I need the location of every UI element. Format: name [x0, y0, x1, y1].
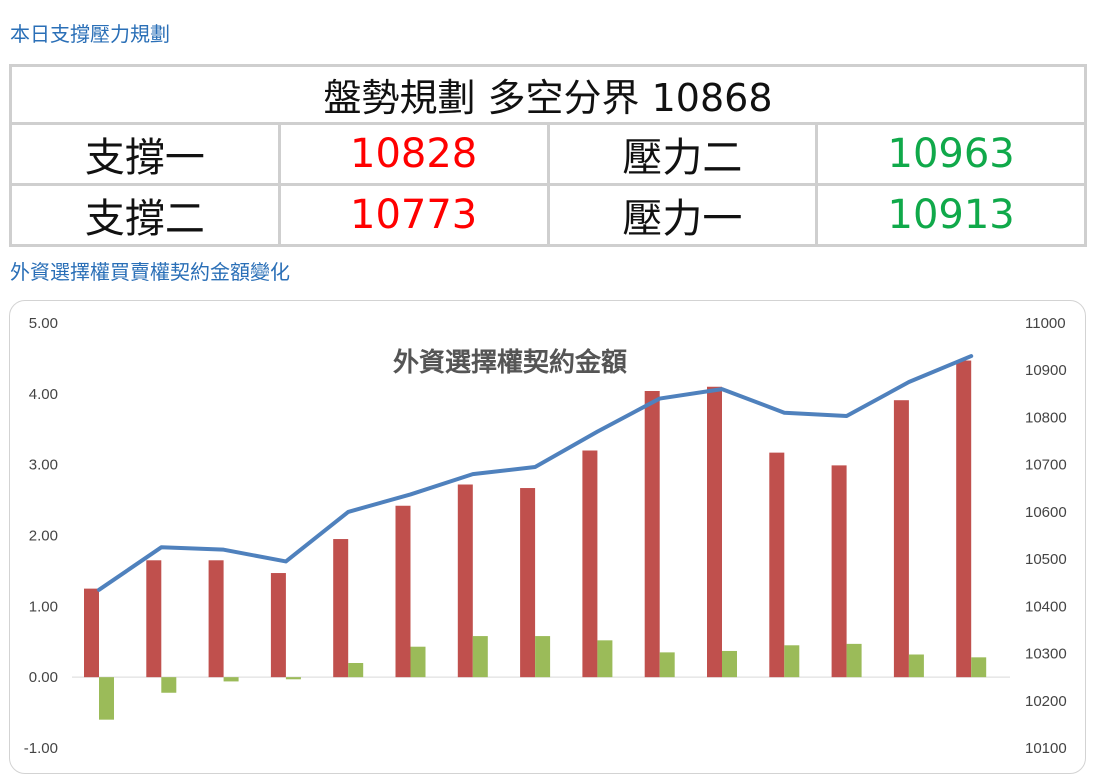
support-pressure-table: 盤勢規劃 多空分界 10868 支撐一 10828 壓力二 10963 支撐二 …	[9, 64, 1087, 247]
support-label: 支撐一	[9, 122, 281, 186]
left-axis-tick-label: 0.00	[29, 669, 58, 686]
bar-green	[784, 645, 800, 678]
pressure-label: 壓力二	[546, 122, 819, 186]
right-axis-tick-label: 11000	[1025, 315, 1066, 332]
bar-red	[644, 391, 660, 678]
left-axis-tick-label: 3.00	[29, 457, 58, 474]
left-axis-tick-label: 2.00	[29, 528, 58, 545]
bar-green	[908, 654, 924, 678]
right-axis-tick-label: 10700	[1025, 457, 1067, 474]
bar-green	[223, 677, 239, 682]
right-axis-tick-label: 10800	[1025, 409, 1067, 426]
bar-red	[582, 450, 598, 678]
bar-green	[535, 636, 551, 678]
bar-green	[348, 663, 364, 678]
right-axis-tick-label: 10900	[1025, 362, 1067, 379]
bar-red	[208, 560, 224, 678]
left-axis-tick-label: 4.00	[29, 386, 58, 403]
section-title-support-pressure: 本日支撐壓力規劃	[10, 22, 170, 46]
plan-header: 盤勢規劃 多空分界 10868	[9, 64, 1087, 125]
options-amount-chart: 外資選擇權契約金額 5.00 4.00 3.00 2.00 1.00 0.00 -1.00 1…	[9, 300, 1086, 774]
right-axis-tick-label: 10300	[1025, 646, 1067, 663]
right-axis-tick-label: 10600	[1025, 504, 1067, 521]
support-value: 10773	[277, 183, 550, 247]
right-axis-tick-label: 10200	[1025, 693, 1067, 710]
bar-red	[457, 484, 473, 678]
support-value: 10828	[277, 122, 550, 186]
bar-red	[769, 452, 785, 678]
bar-green	[659, 652, 675, 678]
bar-red	[270, 573, 286, 678]
bar-green	[597, 640, 613, 678]
chart-title: 外資選擇權契約金額	[393, 347, 627, 378]
bar-green	[971, 657, 987, 678]
bar-green	[472, 636, 488, 678]
left-axis-tick-label: 1.00	[29, 598, 58, 615]
bar-red	[831, 465, 847, 678]
bar-green	[846, 643, 862, 678]
pressure-value: 10913	[815, 183, 1087, 247]
table-header-row: 盤勢規劃 多空分界 10868	[9, 64, 1087, 125]
bar-red	[84, 588, 99, 678]
table-row: 支撐二 10773 壓力一 10913	[9, 183, 1087, 247]
bar-red	[956, 360, 972, 678]
bar-green	[161, 677, 177, 693]
section-title-foreign-options: 外資選擇權買賣權契約金額變化	[10, 260, 290, 284]
bar-red	[707, 386, 722, 678]
bar-green	[99, 677, 114, 720]
table-row: 支撐一 10828 壓力二 10963	[9, 122, 1087, 186]
right-axis-tick-label: 10500	[1025, 551, 1067, 568]
bar-green	[722, 650, 737, 678]
bar-green	[410, 646, 426, 678]
support-label: 支撐二	[9, 183, 281, 247]
bar-red	[146, 560, 162, 678]
chart-canvas: 外資選擇權契約金額 5.00 4.00 3.00 2.00 1.00 0.00 -1.00 1…	[24, 315, 1067, 757]
bar-red	[395, 505, 411, 678]
pressure-label: 壓力一	[546, 183, 819, 247]
right-axis-tick-label: 10400	[1025, 598, 1067, 615]
bar-green	[285, 677, 301, 680]
pressure-value: 10963	[815, 122, 1087, 186]
bar-red	[520, 488, 536, 678]
bar-red	[333, 539, 349, 678]
left-axis-tick-label: 5.00	[29, 315, 58, 332]
bar-red	[893, 400, 909, 678]
right-axis-tick-label: 10100	[1025, 740, 1067, 757]
left-axis-tick-label: -1.00	[24, 740, 58, 757]
